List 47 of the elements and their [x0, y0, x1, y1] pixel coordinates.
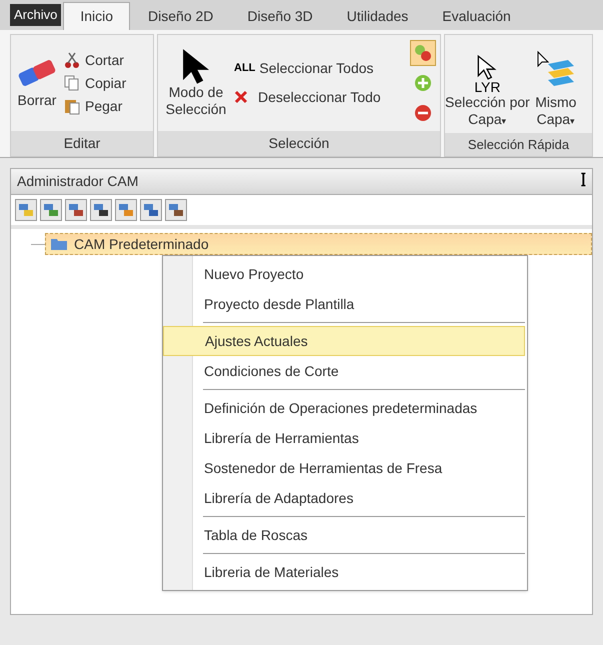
- menu-item[interactable]: Tabla de Roscas: [203, 520, 525, 550]
- selection-mode-button[interactable]: Modo de Selección: [162, 48, 230, 118]
- menu-item[interactable]: Nuevo Proyecto: [203, 259, 525, 289]
- tool-icon: [68, 202, 84, 218]
- ribbon-tab[interactable]: Utilidades: [330, 2, 424, 30]
- group-title: Editar: [11, 131, 153, 156]
- paste-icon: [63, 97, 81, 115]
- group-title: Selección: [158, 131, 440, 156]
- tool-icon: [168, 202, 184, 218]
- tree-item[interactable]: CAM Predeterminado: [45, 233, 592, 255]
- deselect-all-button[interactable]: Deseleccionar Todo: [234, 87, 406, 108]
- layer-select-button[interactable]: LYR Selección por Capa▾: [445, 54, 530, 128]
- pin-button[interactable]: ꟾ: [581, 171, 586, 192]
- toolbar-button[interactable]: [165, 199, 187, 221]
- scissors-icon: [63, 51, 81, 69]
- tool-icon: [43, 202, 59, 218]
- panel-title: Administrador CAM: [17, 172, 138, 191]
- menu-item[interactable]: Proyecto desde Plantilla: [203, 289, 525, 319]
- toolbar-button[interactable]: [90, 199, 112, 221]
- menu-item[interactable]: Ajustes Actuales: [163, 326, 525, 356]
- folder-icon: [50, 237, 68, 251]
- mixed-mode-button[interactable]: [410, 40, 436, 66]
- toolbar-button[interactable]: [65, 199, 87, 221]
- ribbon-tab[interactable]: Diseño 3D: [231, 2, 329, 30]
- clipboard-button[interactable]: Cortar: [63, 50, 126, 70]
- ribbon-tab[interactable]: Inicio: [63, 2, 130, 30]
- file-tab[interactable]: Archivo: [10, 4, 62, 26]
- erase-button[interactable]: Borrar: [15, 56, 59, 110]
- menu-item[interactable]: Librería de Herramientas: [203, 423, 525, 453]
- tool-icon: [143, 202, 159, 218]
- select-all-button[interactable]: ALL Seleccionar Todos: [234, 58, 406, 79]
- group-title: Selección Rápida: [445, 132, 592, 156]
- menu-item[interactable]: Sostenedor de Herramientas de Fresa: [203, 453, 525, 483]
- menu-item[interactable]: Libreria de Materiales: [203, 557, 525, 587]
- menu-item[interactable]: Librería de Adaptadores: [203, 483, 525, 513]
- copy-icon: [63, 74, 81, 92]
- ribbon-tab[interactable]: Evaluación: [426, 2, 527, 30]
- menu-item[interactable]: Condiciones de Corte: [203, 356, 525, 386]
- tool-icon: [118, 202, 134, 218]
- toolbar-button[interactable]: [140, 199, 162, 221]
- tool-icon: [18, 202, 34, 218]
- clipboard-button[interactable]: Pegar: [63, 96, 126, 116]
- menu-item[interactable]: Definición de Operaciones predeterminadas: [203, 393, 525, 423]
- tool-icon: [93, 202, 109, 218]
- ribbon-tab[interactable]: Diseño 2D: [132, 2, 230, 30]
- clipboard-button[interactable]: Copiar: [63, 72, 126, 94]
- same-layer-button[interactable]: Mismo Capa▾: [534, 50, 578, 128]
